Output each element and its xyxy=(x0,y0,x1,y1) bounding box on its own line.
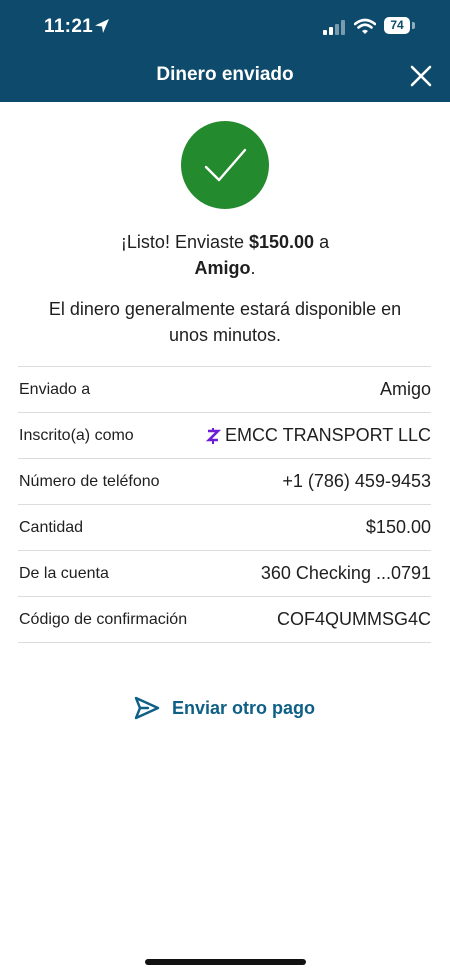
status-time: 11:21 xyxy=(44,16,94,37)
detail-label: Inscrito(a) como xyxy=(19,426,134,444)
message-suffix: . xyxy=(250,258,256,278)
send-another-payment-button[interactable]: Enviar otro pago xyxy=(134,693,315,723)
send-icon xyxy=(134,696,160,720)
send-another-payment-label: Enviar otro pago xyxy=(172,697,316,718)
recipient-name: Amigo xyxy=(194,258,251,278)
detail-row-enrolled-as: Inscrito(a) como EMCC TRANSPORT LLC xyxy=(18,413,431,459)
detail-label: Número de teléfono xyxy=(19,472,160,490)
detail-row-phone: Número de teléfono +1 (786) 459-9453 xyxy=(18,459,431,505)
message-middle: a xyxy=(314,232,330,252)
location-arrow-icon xyxy=(95,19,109,33)
detail-row-account: De la cuenta 360 Checking ...0791 xyxy=(18,551,431,597)
checkmark-icon xyxy=(204,148,247,182)
detail-value: COF4QUMMSG4C xyxy=(276,609,431,629)
payment-details: Enviado a Amigo Inscrito(a) como EMCC TR… xyxy=(18,366,431,643)
detail-value: +1 (786) 459-9453 xyxy=(282,471,431,491)
page-title: Dinero enviado xyxy=(156,64,294,85)
detail-label: Cantidad xyxy=(19,518,84,536)
confirmation-message: ¡Listo! Enviaste $150.00 a Amigo. xyxy=(40,229,410,281)
battery-level: 74 xyxy=(384,17,410,34)
home-indicator[interactable] xyxy=(145,959,306,965)
detail-value: 360 Checking ...0791 xyxy=(260,563,431,583)
success-badge xyxy=(181,121,269,209)
detail-row-confirmation: Código de confirmación COF4QUMMSG4C xyxy=(18,597,431,643)
detail-value-wrap: EMCC TRANSPORT LLC xyxy=(205,425,431,446)
signal-icon xyxy=(323,20,345,35)
detail-label: Enviado a xyxy=(19,380,91,398)
detail-label: De la cuenta xyxy=(19,564,109,582)
app-header: 11:21 74 Dinero enviado xyxy=(0,0,450,102)
detail-row-amount: Cantidad $150.00 xyxy=(18,505,431,551)
availability-message: El dinero generalmente estará disponible… xyxy=(48,299,402,345)
battery-tip xyxy=(412,22,415,29)
detail-row-sent-to: Enviado a Amigo xyxy=(18,367,431,413)
battery-icon: 74 xyxy=(384,17,416,35)
detail-value: $150.00 xyxy=(365,517,431,537)
message-prefix: ¡Listo! Enviaste xyxy=(120,232,249,252)
detail-label: Código de confirmación xyxy=(19,610,188,628)
zelle-icon xyxy=(205,427,221,444)
close-icon xyxy=(410,65,432,87)
detail-value: Amigo xyxy=(379,379,431,399)
sent-amount: $150.00 xyxy=(248,232,315,252)
wifi-icon xyxy=(354,18,376,34)
detail-value: EMCC TRANSPORT LLC xyxy=(224,425,431,445)
status-bar: 11:21 74 xyxy=(0,0,450,56)
close-button[interactable] xyxy=(405,60,437,92)
